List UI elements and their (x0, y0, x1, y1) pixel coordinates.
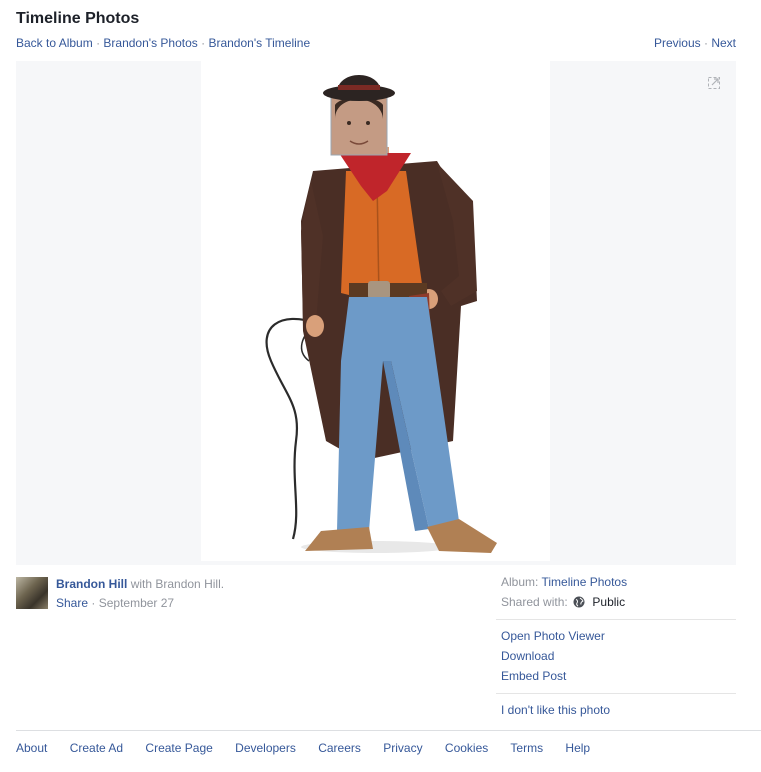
breadcrumb-separator: · (201, 36, 206, 50)
album-label: Album: (501, 575, 539, 589)
footer-link-create-ad[interactable]: Create Ad (70, 741, 123, 755)
expand-icon[interactable] (707, 76, 721, 90)
back-to-album-link[interactable]: Back to Album (16, 36, 93, 50)
share-link[interactable]: Share (56, 596, 88, 610)
footer-link-create-page[interactable]: Create Page (145, 741, 212, 755)
action-item: I don't like this photo (496, 700, 736, 720)
author-name-link[interactable]: Brandon Hill (56, 577, 127, 591)
footer-link-help[interactable]: Help (565, 741, 590, 755)
post-date[interactable]: September 27 (99, 596, 174, 610)
footer-link-developers[interactable]: Developers (235, 741, 296, 755)
report-photo-link[interactable]: I don't like this photo (501, 703, 610, 717)
footer-links: About Create Ad Create Page Developers C… (16, 741, 609, 755)
next-link[interactable]: Next (711, 36, 736, 50)
shared-with-label: Shared with: (501, 595, 568, 609)
pager-separator: · (703, 36, 708, 50)
footer-link-careers[interactable]: Careers (318, 741, 361, 755)
album-row: Album: Timeline Photos (496, 572, 736, 592)
photo-sidebar: Album: Timeline Photos Shared with: Publ… (496, 572, 736, 720)
download-link[interactable]: Download (501, 649, 554, 663)
meta-separator: · (91, 596, 96, 610)
photo-image[interactable] (201, 61, 550, 561)
post-meta-line: Share · September 27 (56, 596, 174, 610)
footer-link-about[interactable]: About (16, 741, 47, 755)
brandons-photos-link[interactable]: Brandon's Photos (103, 36, 197, 50)
photo-pager: Previous · Next (654, 36, 736, 50)
sidebar-divider (496, 693, 736, 694)
globe-icon (573, 596, 585, 608)
privacy-value[interactable]: Public (592, 595, 625, 609)
action-item: Embed Post (496, 666, 736, 686)
shared-with-row: Shared with: Public (496, 592, 736, 612)
open-photo-viewer-link[interactable]: Open Photo Viewer (501, 629, 605, 643)
sidebar-divider (496, 619, 736, 620)
footer-link-cookies[interactable]: Cookies (445, 741, 488, 755)
previous-link[interactable]: Previous (654, 36, 701, 50)
post-author-line: Brandon Hill with Brandon Hill. (56, 577, 224, 591)
breadcrumb: Back to Album · Brandon's Photos · Brand… (16, 36, 310, 50)
album-link[interactable]: Timeline Photos (541, 575, 627, 589)
photo-stage[interactable] (16, 61, 736, 565)
embed-post-link[interactable]: Embed Post (501, 669, 566, 683)
tagged-with-text: with Brandon Hill. (130, 577, 225, 591)
action-item: Open Photo Viewer (496, 626, 736, 646)
cowboy-illustration (265, 75, 497, 553)
brandons-timeline-link[interactable]: Brandon's Timeline (208, 36, 310, 50)
action-item: Download (496, 646, 736, 666)
author-avatar[interactable] (16, 577, 48, 609)
page-title: Timeline Photos (16, 10, 140, 27)
footer-link-terms[interactable]: Terms (510, 741, 543, 755)
footer-link-privacy[interactable]: Privacy (383, 741, 422, 755)
footer-divider (16, 730, 761, 731)
breadcrumb-separator: · (96, 36, 101, 50)
